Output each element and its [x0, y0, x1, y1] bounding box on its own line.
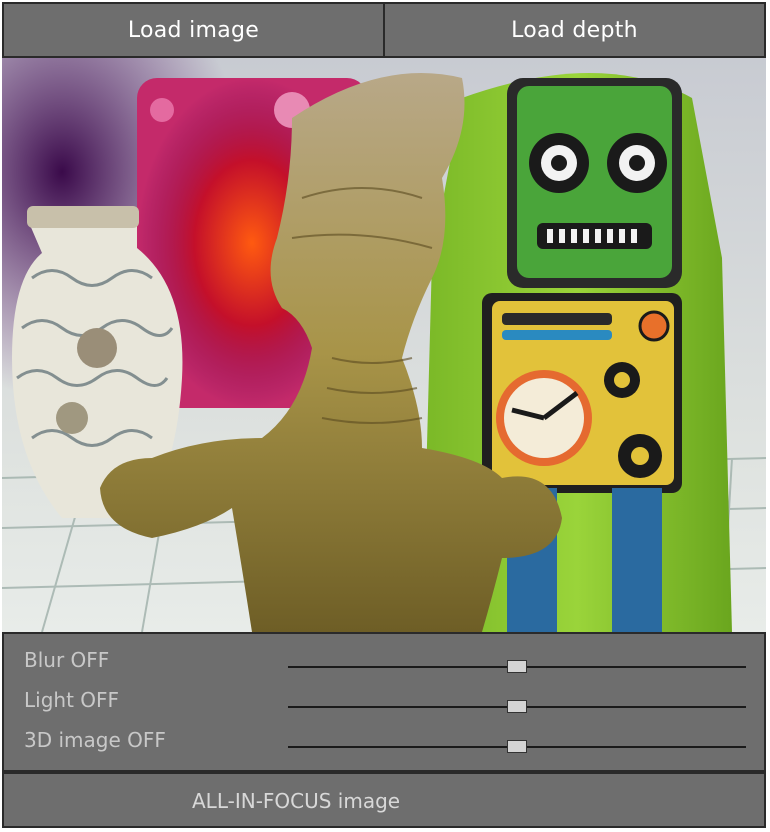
3d-image-slider[interactable] — [288, 740, 746, 754]
light-toggle-label[interactable]: Light OFF — [24, 688, 119, 712]
slider-thumb[interactable] — [507, 740, 527, 753]
slider-thumb[interactable] — [507, 660, 527, 673]
top-toolbar: Load image Load depth — [2, 2, 766, 58]
blur-control: Blur OFF — [4, 642, 764, 682]
blur-toggle-label[interactable]: Blur OFF — [24, 648, 109, 672]
focus-mode-button[interactable]: ALL-IN-FOCUS image — [2, 772, 766, 828]
focus-mode-label: ALL-IN-FOCUS image — [192, 789, 401, 813]
light-control: Light OFF — [4, 682, 764, 722]
slider-thumb[interactable] — [507, 700, 527, 713]
load-depth-button[interactable]: Load depth — [385, 2, 766, 58]
3d-image-control: 3D image OFF — [4, 722, 764, 762]
photo-scene — [2, 58, 766, 632]
light-slider[interactable] — [288, 700, 746, 714]
load-image-button[interactable]: Load image — [2, 2, 385, 58]
blur-slider[interactable] — [288, 660, 746, 674]
controls-panel: Blur OFF Light OFF 3D image OFF — [2, 632, 766, 772]
image-viewport[interactable] — [2, 58, 766, 632]
3d-image-toggle-label[interactable]: 3D image OFF — [24, 728, 166, 752]
